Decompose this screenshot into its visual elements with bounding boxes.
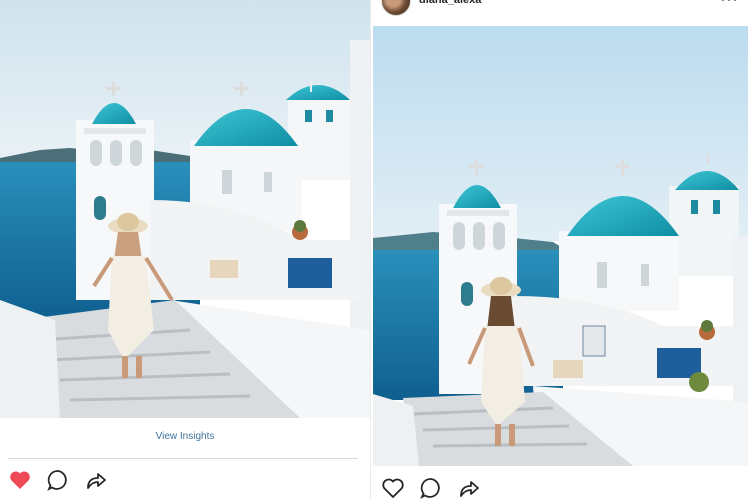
action-bar-left: [8, 468, 108, 492]
username[interactable]: diana_alexa: [419, 0, 481, 6]
comment-icon[interactable]: [46, 468, 70, 492]
post-left: View Insights: [0, 0, 370, 499]
heart-filled-icon[interactable]: [8, 468, 32, 492]
post-right: diana_alexa: [370, 0, 748, 499]
post-header: diana_alexa: [371, 0, 748, 26]
avatar[interactable]: [381, 0, 411, 16]
heart-outline-icon[interactable]: [381, 476, 405, 499]
more-options-icon[interactable]: [719, 0, 739, 6]
share-icon[interactable]: [457, 476, 481, 499]
divider: [8, 458, 358, 459]
action-bar-right: [381, 476, 481, 499]
santorini-photo-left[interactable]: [0, 0, 370, 418]
santorini-photo-right[interactable]: [373, 26, 748, 466]
share-icon[interactable]: [84, 468, 108, 492]
view-insights-link[interactable]: View Insights: [0, 431, 370, 442]
comment-icon[interactable]: [419, 476, 443, 499]
